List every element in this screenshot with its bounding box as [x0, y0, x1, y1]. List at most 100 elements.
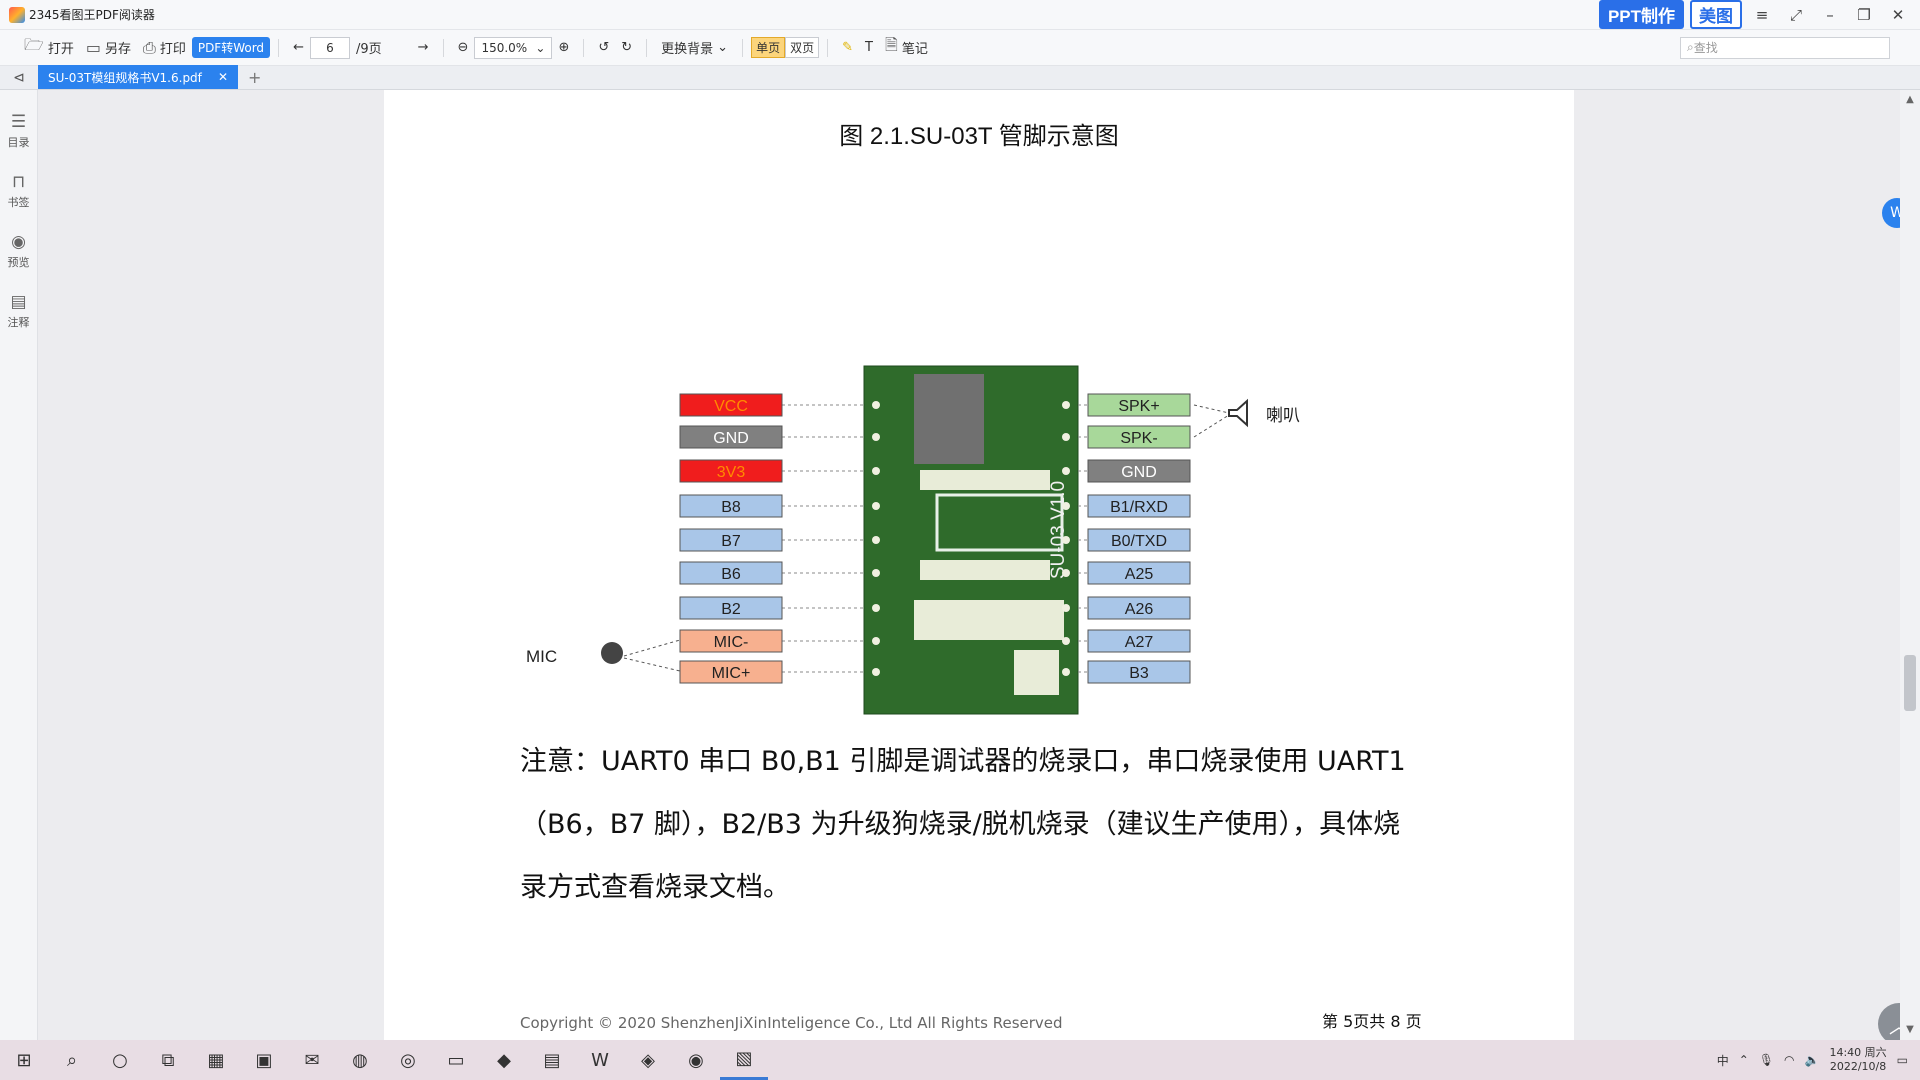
tab-document[interactable]: SU-03T模组规格书V1.6.pdf ✕	[38, 65, 238, 89]
meitu-button[interactable]: 美图	[1690, 0, 1742, 29]
main-toolbar: 🗁 打开 ▭ 另存 ⎙ 打印 PDF转Word ← 6 /9页 → ⊖ 150.0% ⌄…	[0, 30, 1920, 66]
open-button[interactable]: 🗁 打开	[18, 35, 80, 61]
search-icon[interactable]: ⌕	[48, 1040, 96, 1080]
saveas-button[interactable]: ▭ 另存	[80, 35, 137, 61]
edge-icon[interactable]: ◍	[336, 1040, 384, 1080]
zoom-out-icon[interactable]: ⊖	[452, 35, 475, 61]
volume-icon[interactable]: 🔈	[1805, 1053, 1820, 1067]
note-line: （B6，B7 脚），B2/B3 为升级狗烧录/脱机烧录（建议生产使用），具体烧	[520, 809, 1401, 840]
vertical-scrollbar[interactable]: ▲ ▼	[1900, 90, 1920, 1040]
rotate-right-icon[interactable]: ↻	[615, 35, 638, 61]
system-tray: 中 ⌃ 🎙 ◠ 🔈 14:40 周六 2022/10/8 ▭	[1717, 1046, 1920, 1074]
double-page-button[interactable]: 双页	[785, 37, 820, 58]
saveas-label: 另存	[104, 42, 131, 57]
pin-pad	[1062, 604, 1070, 612]
highlight-icon[interactable]: ✎	[836, 35, 859, 61]
pin-label-right: SPK-	[1120, 430, 1157, 447]
start-icon[interactable]: ⊞	[0, 1040, 48, 1080]
next-page-icon[interactable]: →	[412, 35, 435, 61]
sidebar-item-toc[interactable]: ☰ 目录	[0, 112, 37, 150]
pad-row	[920, 560, 1050, 580]
wps-icon[interactable]: W	[576, 1040, 624, 1080]
folder-icon: 🗁	[24, 35, 44, 54]
prev-page-icon[interactable]: ←	[287, 35, 310, 61]
close-tab-icon[interactable]: ✕	[218, 70, 228, 84]
zoom-select[interactable]: 150.0% ⌄	[474, 36, 553, 59]
app-icon[interactable]: ◆	[480, 1040, 528, 1080]
menu-icon[interactable]: ≡	[1748, 3, 1776, 27]
scroll-down-icon[interactable]: ▼	[1900, 1024, 1920, 1035]
calculator-app-icon[interactable]: ▤	[528, 1040, 576, 1080]
sidebar-item-comment[interactable]: ▤ 注释	[0, 292, 37, 330]
rotate-left-icon[interactable]: ↺	[592, 35, 615, 61]
search-input[interactable]: ⌕ 查找	[1680, 36, 1890, 59]
chevron-up-icon[interactable]: ⌃	[1739, 1053, 1749, 1067]
cortana-icon[interactable]: ○	[96, 1040, 144, 1080]
note-line: 录方式查看烧录文档。	[520, 872, 790, 903]
title-bar: 2345看图王PDF阅读器 PPT制作 美图 ≡ ⤢ – ❐ ✕	[0, 0, 1920, 30]
new-tab-icon[interactable]: +	[248, 68, 261, 87]
pad-cross	[1014, 650, 1059, 695]
restore-icon[interactable]: ❐	[1850, 3, 1878, 27]
explorer-icon[interactable]: ▭	[432, 1040, 480, 1080]
single-page-button[interactable]: 单页	[751, 37, 786, 58]
pin-pad	[1062, 637, 1070, 645]
scroll-up-icon[interactable]: ▲	[1900, 94, 1920, 105]
zoom-value: 150.0%	[481, 40, 528, 55]
note-icon: 🗎	[884, 35, 898, 54]
open-label: 打开	[47, 42, 74, 57]
ppt-make-button[interactable]: PPT制作	[1598, 0, 1684, 29]
network-icon[interactable]: ◠	[1784, 1053, 1794, 1067]
text-tool-icon[interactable]: T	[859, 35, 879, 61]
background-button[interactable]: 更换背景 ⌄	[655, 35, 734, 61]
notes-button[interactable]: 🗎 笔记	[879, 35, 934, 61]
pin-pad	[1062, 536, 1070, 544]
minimize-icon[interactable]: –	[1816, 3, 1844, 27]
microphone-tray-icon[interactable]: 🎙	[1759, 1053, 1774, 1067]
calculator-icon[interactable]: ▦	[192, 1040, 240, 1080]
printer-icon: ⎙	[143, 37, 156, 57]
pinout-diagram: SU-03 V1.0 VCC GND 3V3 B8 B7 B6 B2 MIC- MIC+ SPK…	[526, 365, 1300, 715]
app-icon[interactable]: ◈	[624, 1040, 672, 1080]
browser-icon[interactable]: ◎	[384, 1040, 432, 1080]
mail-icon[interactable]: ✉	[288, 1040, 336, 1080]
pdf-reader-icon[interactable]: ▧	[720, 1040, 768, 1080]
pin-label-right: A25	[1125, 566, 1154, 583]
board-label: SU-03 V1.0	[1048, 481, 1069, 579]
clock-time: 14:40 周六	[1829, 1046, 1887, 1059]
notification-icon[interactable]: ▭	[1897, 1053, 1908, 1067]
scrollbar-thumb[interactable]	[1904, 655, 1916, 711]
close-icon[interactable]: ✕	[1884, 3, 1912, 27]
note-paragraph: 注意：UART0 串口 B0,B1 引脚是调试器的烧录口，串口烧录使用 UART…	[520, 730, 1450, 919]
print-label: 打印	[159, 42, 186, 57]
eye-icon: ◉	[11, 232, 26, 252]
sidebar-item-preview[interactable]: ◉ 预览	[0, 232, 37, 270]
zoom-in-icon[interactable]: ⊕	[552, 35, 575, 61]
chevron-down-icon: ⌄	[535, 40, 546, 55]
pdf-to-word-button[interactable]: PDF转Word	[191, 37, 271, 58]
fullscreen-icon[interactable]: ⤢	[1782, 3, 1810, 27]
search-icon: ⌕	[1687, 40, 1694, 54]
sidebar-item-bookmark[interactable]: ⊓ 书签	[0, 172, 37, 210]
background-label: 更换背景	[661, 42, 714, 57]
toc-icon: ☰	[10, 112, 27, 132]
pdf-page: 图 2.1.SU-03T 管脚示意图 SU-03 V1.0 VCC GND 3V3 B…	[384, 90, 1574, 1040]
page-input[interactable]: 6	[309, 36, 350, 59]
window-title: 2345看图王PDF阅读器	[29, 8, 155, 22]
app-icon[interactable]: ◉	[672, 1040, 720, 1080]
print-button[interactable]: ⎙ 打印	[137, 35, 192, 61]
ime-indicator[interactable]: 中	[1717, 1052, 1729, 1069]
note-line: 注意：UART0 串口 B0,B1 引脚是调试器的烧录口，串口烧录使用 UART…	[520, 746, 1406, 777]
separator	[646, 38, 648, 57]
right-pin-group: SPK+ SPK- GND B1/RXD B0/TXD A25 A26 A27 B3	[1062, 393, 1191, 684]
store-icon[interactable]: ▣	[240, 1040, 288, 1080]
task-view-icon[interactable]: ⧉	[144, 1040, 192, 1080]
clock[interactable]: 14:40 周六 2022/10/8	[1829, 1046, 1886, 1074]
app-logo-icon	[9, 6, 25, 23]
chevron-down-icon: ⌄	[717, 40, 729, 55]
collapse-panel-icon[interactable]: ⊲	[0, 70, 38, 86]
document-viewer[interactable]: 图 2.1.SU-03T 管脚示意图 SU-03 V1.0 VCC GND 3V3 B…	[38, 90, 1920, 1045]
pin-pad	[872, 467, 880, 475]
pin-label-left: B2	[721, 601, 741, 618]
chip	[914, 374, 984, 464]
